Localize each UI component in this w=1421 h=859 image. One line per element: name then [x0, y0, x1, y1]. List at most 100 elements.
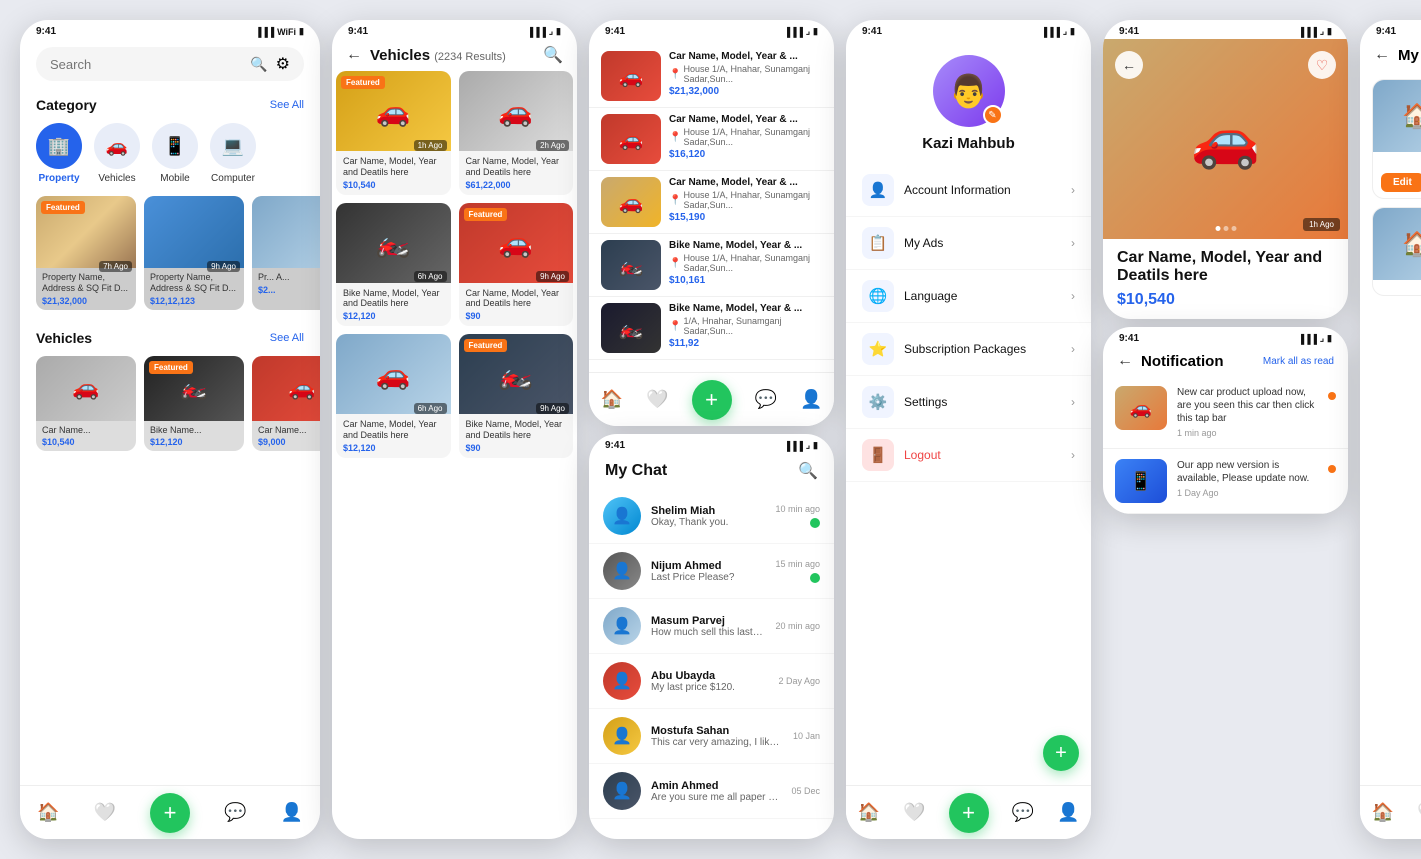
- vgrid-item-1[interactable]: 🚗 Featured 1h Ago Car Name, Model, Year …: [336, 71, 451, 195]
- vehicles-nav-header: ← Vehicles (2234 Results) 🔍: [332, 39, 577, 71]
- menu-language[interactable]: 🌐 Language ›: [846, 270, 1091, 323]
- ad-item-4[interactable]: 🏍️ Bike Name, Model, Year & ... 📍 House …: [589, 234, 834, 297]
- ad-price-4: $10,161: [669, 275, 822, 286]
- ad-thumb-5: 🏍️: [601, 303, 661, 353]
- my-ads-card-2[interactable]: 🏠 House Name, SQ Fit a... 📍 House No 1/A…: [1372, 207, 1421, 296]
- nav-profile-4[interactable]: 👤: [1057, 802, 1079, 823]
- menu-account-info[interactable]: 👤 Account Information ›: [846, 164, 1091, 217]
- vehicles-search-icon[interactable]: 🔍: [543, 45, 563, 65]
- notif-back-btn[interactable]: ←: [1117, 352, 1133, 370]
- language-icon: 🌐: [862, 280, 894, 312]
- ad-item-1[interactable]: 🚗 Car Name, Model, Year & ... 📍 House 1/…: [589, 45, 834, 108]
- my-ads-card-1[interactable]: 🏠 House Name, SQ Fit a... 📍 House No 1/A…: [1372, 79, 1421, 199]
- search-icon[interactable]: 🔍: [250, 56, 267, 73]
- vgrid-info-2: Car Name, Model, Year and Deatils here $…: [459, 151, 574, 195]
- vehicle-item-3[interactable]: 🚗 Car Name... $9,000: [252, 356, 320, 452]
- nav-add-fab-3[interactable]: +: [692, 380, 732, 420]
- nav-heart-3[interactable]: 🤍: [646, 389, 668, 410]
- vehicle-price-1: $10,540: [42, 437, 130, 447]
- time-5: 9:41: [1119, 26, 1139, 37]
- nav-chat[interactable]: 💬: [224, 802, 246, 823]
- menu-my-ads-label: My Ads: [904, 236, 1061, 250]
- my-ads-back-btn[interactable]: ←: [1374, 46, 1390, 64]
- vgrid-info-1: Car Name, Model, Year and Deatils here $…: [336, 151, 451, 195]
- chat-item-4[interactable]: 👤 Abu Ubayda My last price $120. 2 Day A…: [589, 654, 834, 709]
- nav-heart[interactable]: 🤍: [94, 802, 116, 823]
- detail-back-btn[interactable]: ←: [1115, 51, 1143, 79]
- back-btn-2[interactable]: ←: [346, 46, 362, 64]
- cat-property[interactable]: 🏢 Property: [36, 123, 82, 184]
- notif-item-1[interactable]: 🚗 New car product upload now, are you se…: [1103, 376, 1348, 449]
- vehicle-item-1[interactable]: 🚗 Car Name... $10,540: [36, 356, 136, 452]
- ad-name-5: Bike Name, Model, Year & ...: [669, 303, 822, 314]
- menu-subscription[interactable]: ⭐ Subscription Packages ›: [846, 323, 1091, 376]
- nav-profile[interactable]: 👤: [281, 802, 303, 823]
- menu-logout[interactable]: 🚪 Logout ›: [846, 429, 1091, 482]
- search-input[interactable]: [50, 57, 242, 72]
- nav-add-fab-4[interactable]: +: [949, 793, 989, 833]
- menu-my-ads[interactable]: 📋 My Ads ›: [846, 217, 1091, 270]
- vgrid-price-4: $90: [466, 311, 567, 321]
- nav-heart-6[interactable]: 🤍: [1417, 802, 1421, 823]
- nav-home[interactable]: 🏠: [37, 802, 59, 823]
- vehicles-grid: 🚗 Featured 1h Ago Car Name, Model, Year …: [332, 71, 577, 458]
- chevron-my-ads: ›: [1071, 236, 1075, 250]
- vgrid-item-4[interactable]: 🚗 Featured 9h Ago Car Name, Model, Year …: [459, 203, 574, 327]
- notif-item-2[interactable]: 📱 Our app new version is available, Plea…: [1103, 449, 1348, 514]
- cat-property-label: Property: [38, 173, 79, 184]
- nav-profile-3[interactable]: 👤: [800, 389, 822, 410]
- chat-time-6: 05 Dec: [791, 786, 820, 796]
- nav-chat-3[interactable]: 💬: [755, 389, 777, 410]
- vgrid-item-2[interactable]: 🚗 2h Ago Car Name, Model, Year and Deati…: [459, 71, 574, 195]
- vgrid-item-6[interactable]: 🏍️ Featured 9h Ago Bike Name, Model, Yea…: [459, 334, 574, 458]
- profile-edit-badge[interactable]: ✎: [983, 105, 1003, 125]
- nav-add-fab[interactable]: +: [150, 793, 190, 833]
- cat-mobile[interactable]: 📱 Mobile: [152, 123, 198, 184]
- category-see-all[interactable]: See All: [270, 99, 304, 111]
- chevron-logout: ›: [1071, 448, 1075, 462]
- chat-item-3[interactable]: 👤 Masum Parvej How much sell this last p…: [589, 599, 834, 654]
- vehicle-badge-2: Featured: [149, 361, 193, 374]
- search-bar[interactable]: 🔍 ⚙: [36, 47, 304, 81]
- profile-fab[interactable]: +: [1043, 735, 1079, 771]
- chat-item-6[interactable]: 👤 Amin Ahmed Are you sure me all paper o…: [589, 764, 834, 819]
- chat-search-icon[interactable]: 🔍: [798, 461, 818, 481]
- vehicles-see-all[interactable]: See All: [270, 332, 304, 344]
- battery-5: ▮: [1327, 26, 1332, 37]
- featured-item-3[interactable]: Pr... A... $2...: [252, 196, 320, 310]
- filter-icon[interactable]: ⚙: [276, 54, 290, 74]
- vehicle-item-2[interactable]: 🏍️ Featured Bike Name... $12,120: [144, 356, 244, 452]
- car-detail-info: Car Name, Model, Year and Deatils here $…: [1103, 239, 1348, 319]
- vgrid-item-5[interactable]: 🚗 6h Ago Car Name, Model, Year and Deati…: [336, 334, 451, 458]
- ad-thumb-3: 🚗: [601, 177, 661, 227]
- menu-language-label: Language: [904, 289, 1061, 303]
- cat-vehicles[interactable]: 🚗 Vehicles: [94, 123, 140, 184]
- detail-fav-btn[interactable]: ♡: [1308, 51, 1336, 79]
- nav-chat-4[interactable]: 💬: [1012, 802, 1034, 823]
- menu-subscription-label: Subscription Packages: [904, 342, 1061, 356]
- mark-all-read[interactable]: Mark all as read: [1263, 356, 1334, 367]
- chat-item-1[interactable]: 👤 Shelim Miah Okay, Thank you. 10 min ag…: [589, 489, 834, 544]
- featured-item-1[interactable]: Featured 7h Ago Property Name, Address &…: [36, 196, 136, 310]
- chat-avatar-6: 👤: [603, 772, 641, 810]
- menu-settings[interactable]: ⚙️ Settings ›: [846, 376, 1091, 429]
- nav-home-3[interactable]: 🏠: [601, 389, 623, 410]
- nav-home-6[interactable]: 🏠: [1372, 802, 1394, 823]
- chat-item-2[interactable]: 👤 Nijum Ahmed Last Price Please? 15 min …: [589, 544, 834, 599]
- cat-computer[interactable]: 💻 Computer: [210, 123, 256, 184]
- chat-item-5[interactable]: 👤 Mostufa Sahan This car very amazing, I…: [589, 709, 834, 764]
- edit-btn-1[interactable]: Edit: [1381, 173, 1421, 192]
- time-notif: 9:41: [1119, 333, 1139, 344]
- detail-car-price: $10,540: [1117, 291, 1334, 309]
- vgrid-item-3[interactable]: 🏍️ 6h Ago Bike Name, Model, Year and Dea…: [336, 203, 451, 327]
- ad-item-3[interactable]: 🚗 Car Name, Model, Year & ... 📍 House 1/…: [589, 171, 834, 234]
- time-6: 9:41: [1376, 26, 1396, 37]
- vgrid-time-3: 6h Ago: [414, 271, 447, 282]
- featured-item-2[interactable]: 9h Ago Property Name, Address & SQ Fit D…: [144, 196, 244, 310]
- ad-item-5[interactable]: 🏍️ Bike Name, Model, Year & ... 📍 1/A, H…: [589, 297, 834, 360]
- computer-icon: 💻: [210, 123, 256, 169]
- pin-icon-3: 📍: [669, 195, 681, 206]
- nav-heart-4[interactable]: 🤍: [903, 802, 925, 823]
- nav-home-4[interactable]: 🏠: [858, 802, 880, 823]
- ad-item-2[interactable]: 🚗 Car Name, Model, Year & ... 📍 House 1/…: [589, 108, 834, 171]
